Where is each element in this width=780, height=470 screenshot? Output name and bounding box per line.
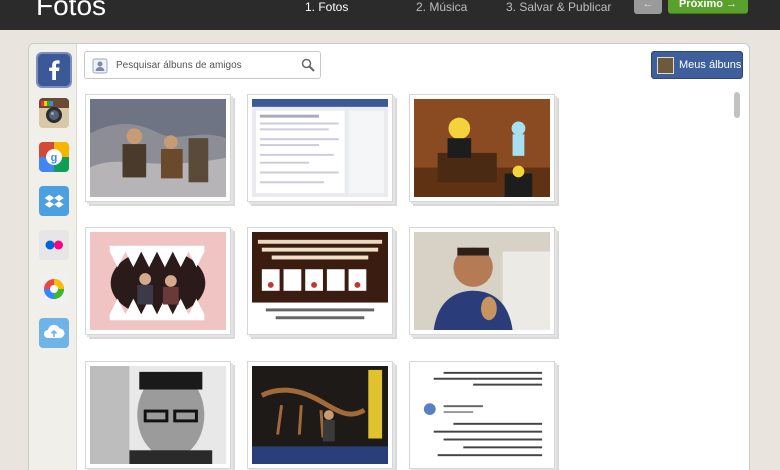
photo-thumbnail[interactable] <box>85 361 231 469</box>
back-button[interactable]: ← <box>634 0 662 14</box>
picasa-icon[interactable] <box>39 274 69 304</box>
scrollbar[interactable] <box>733 92 741 470</box>
photo-thumbnail[interactable] <box>247 361 393 469</box>
cloud-upload-icon[interactable] <box>39 318 69 348</box>
photo-thumbnail[interactable] <box>247 94 393 202</box>
photo-thumbnail[interactable] <box>85 94 231 202</box>
friends-icon <box>92 58 108 74</box>
svg-text:g: g <box>51 152 58 164</box>
top-bar: Fotos 1. Fotos 2. Música 3. Salvar & Pub… <box>0 0 780 30</box>
photo-thumbnail[interactable] <box>247 227 393 335</box>
source-list: g <box>29 44 77 470</box>
page-title: Fotos <box>36 0 107 21</box>
album-thumbnail <box>657 57 674 74</box>
instagram-icon[interactable] <box>39 98 69 128</box>
step-salvar-publicar[interactable]: 3. Salvar & Publicar <box>506 0 611 14</box>
search-input[interactable] <box>116 57 296 73</box>
my-albums-label: Meus álbuns <box>679 59 742 71</box>
photo-thumbnail[interactable] <box>409 94 555 202</box>
photo-picker-panel: g Meus álbuns <box>28 43 750 470</box>
my-albums-button[interactable]: Meus álbuns <box>651 51 743 79</box>
step-fotos[interactable]: 1. Fotos <box>305 0 348 14</box>
facebook-icon[interactable] <box>38 54 70 86</box>
flickr-icon[interactable] <box>39 230 69 260</box>
photo-thumbnail[interactable] <box>409 361 555 469</box>
search-icon[interactable] <box>301 58 315 72</box>
scrollbar-thumb[interactable] <box>734 92 740 118</box>
photo-thumbnail[interactable] <box>409 227 555 335</box>
step-musica[interactable]: 2. Música <box>416 0 467 14</box>
dropbox-icon[interactable] <box>39 186 69 216</box>
friends-album-search <box>84 51 321 79</box>
photo-thumbnail[interactable] <box>85 227 231 335</box>
next-button[interactable]: Próximo → <box>668 0 748 14</box>
google-plus-icon[interactable]: g <box>39 142 69 172</box>
